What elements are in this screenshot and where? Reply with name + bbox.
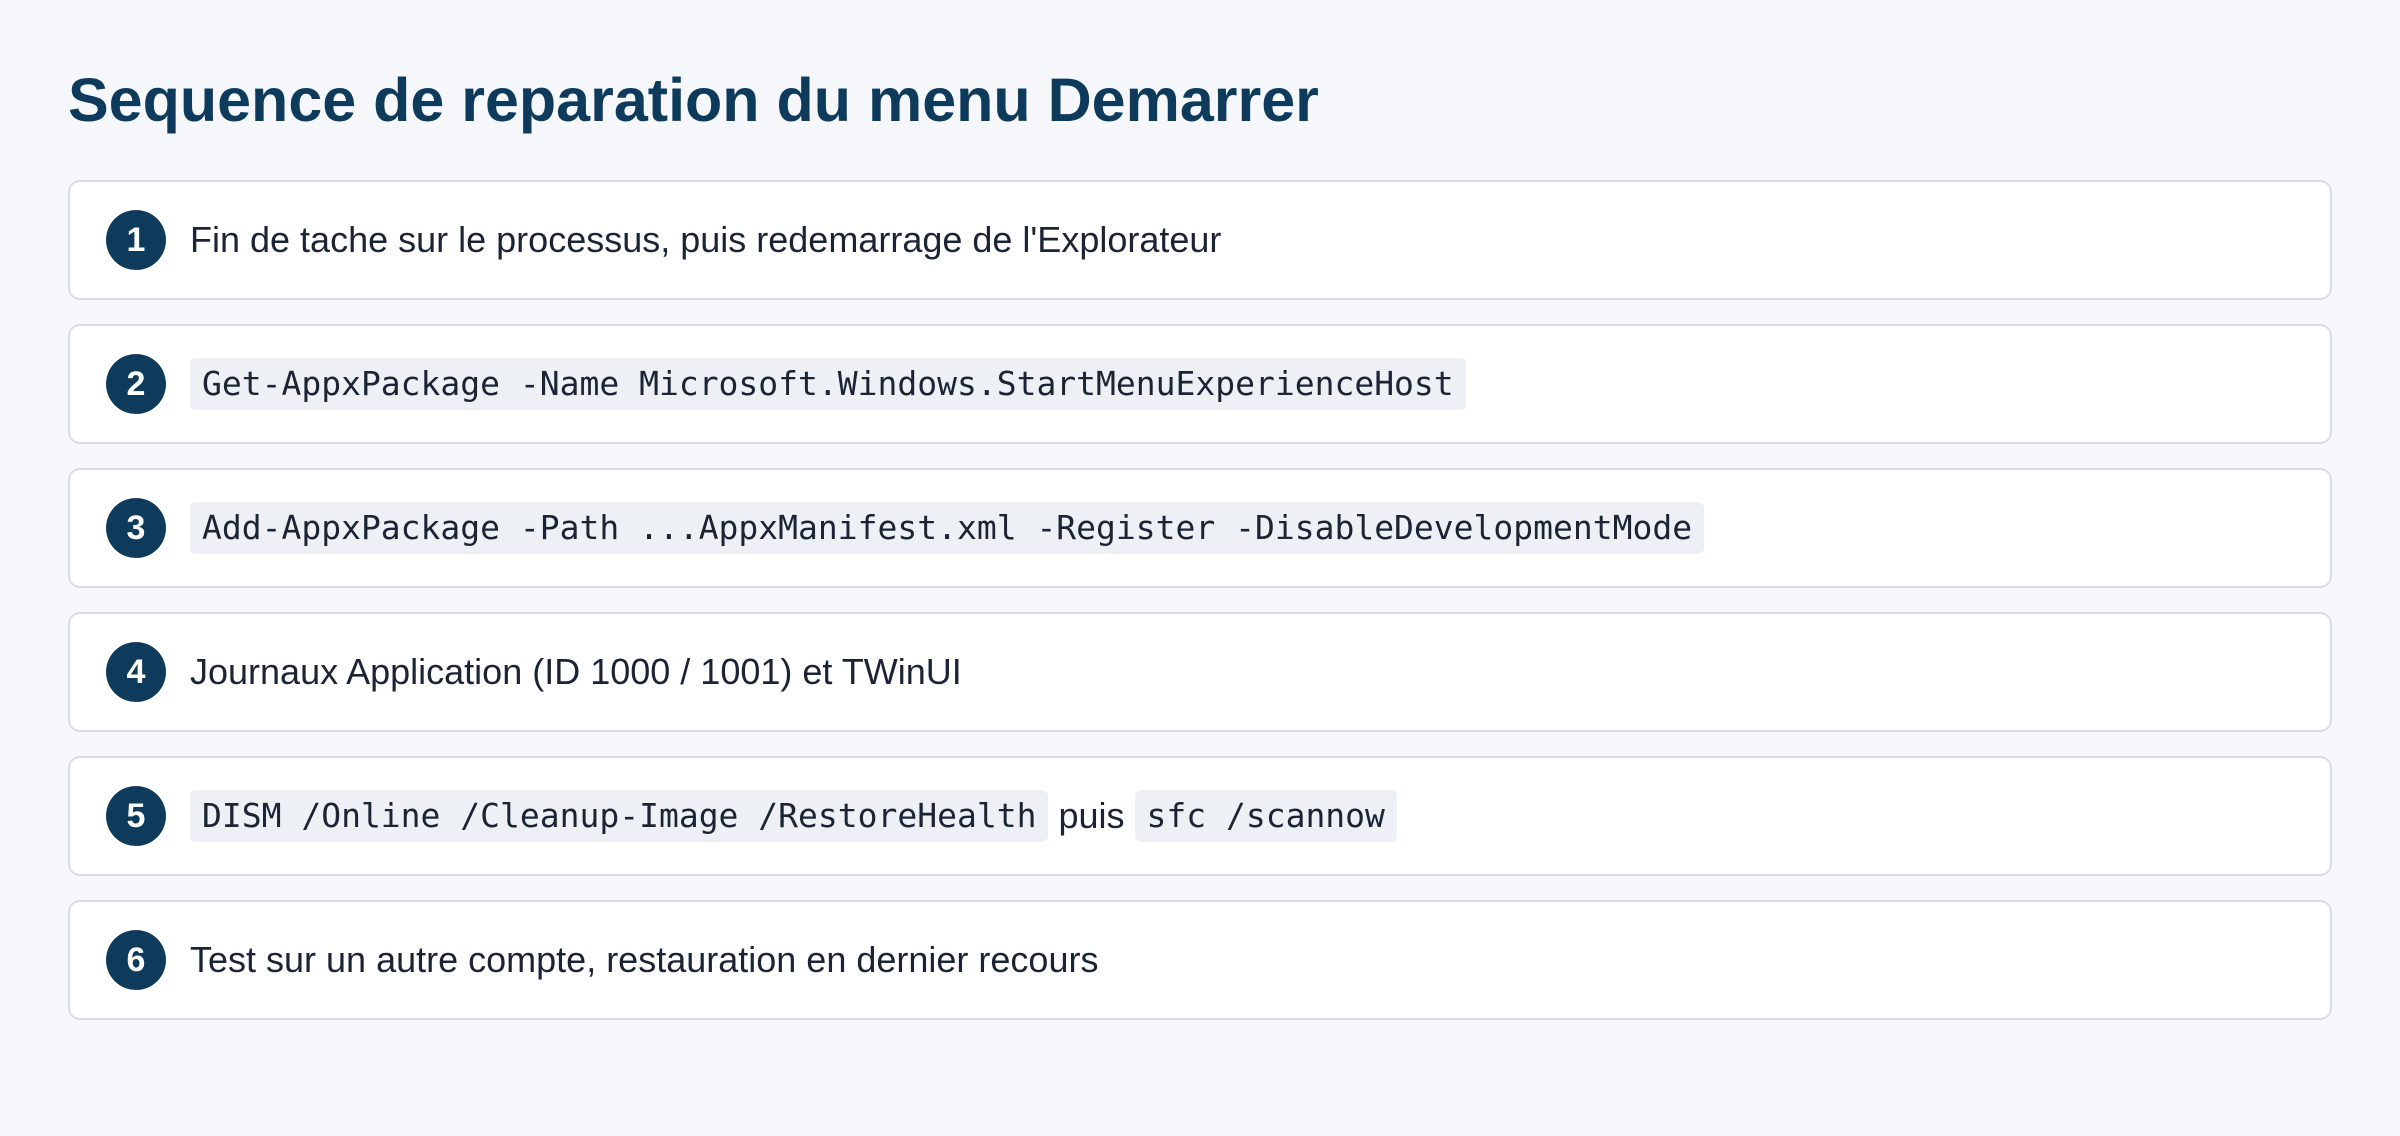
step-text: Test sur un autre compte, restauration e… (190, 939, 1099, 980)
step-item-3: 3 Add-AppxPackage -Path ...AppxManifest.… (68, 468, 2332, 588)
step-number-badge: 2 (106, 354, 166, 414)
page-title: Sequence de reparation du menu Demarrer (68, 66, 1319, 134)
step-item-5: 5 DISM /Online /Cleanup-Image /RestoreHe… (68, 756, 2332, 876)
step-item-4: 4 Journaux Application (ID 1000 / 1001) … (68, 612, 2332, 732)
steps-list: 1 Fin de tache sur le processus, puis re… (68, 180, 2332, 1044)
step-command-line: DISM /Online /Cleanup-Image /RestoreHeal… (190, 790, 1397, 842)
step-number-badge: 6 (106, 930, 166, 990)
step-text: Fin de tache sur le processus, puis rede… (190, 219, 1222, 260)
step-joiner-text: puis (1058, 795, 1125, 836)
step-item-1: 1 Fin de tache sur le processus, puis re… (68, 180, 2332, 300)
step-command-secondary: sfc /scannow (1134, 790, 1397, 842)
step-number-badge: 1 (106, 210, 166, 270)
page-content: Sequence de reparation du menu Demarrer … (68, 64, 2332, 1020)
step-command: DISM /Online /Cleanup-Image /RestoreHeal… (190, 790, 1049, 842)
step-command: Add-AppxPackage -Path ...AppxManifest.xm… (190, 502, 1705, 554)
step-text: Journaux Application (ID 1000 / 1001) et… (190, 651, 962, 692)
step-item-2: 2 Get-AppxPackage -Name Microsoft.Window… (68, 324, 2332, 444)
step-command: Get-AppxPackage -Name Microsoft.Windows.… (190, 358, 1466, 410)
step-number-badge: 5 (106, 786, 166, 846)
step-number-badge: 3 (106, 498, 166, 558)
step-number-badge: 4 (106, 642, 166, 702)
step-item-6: 6 Test sur un autre compte, restauration… (68, 900, 2332, 1020)
